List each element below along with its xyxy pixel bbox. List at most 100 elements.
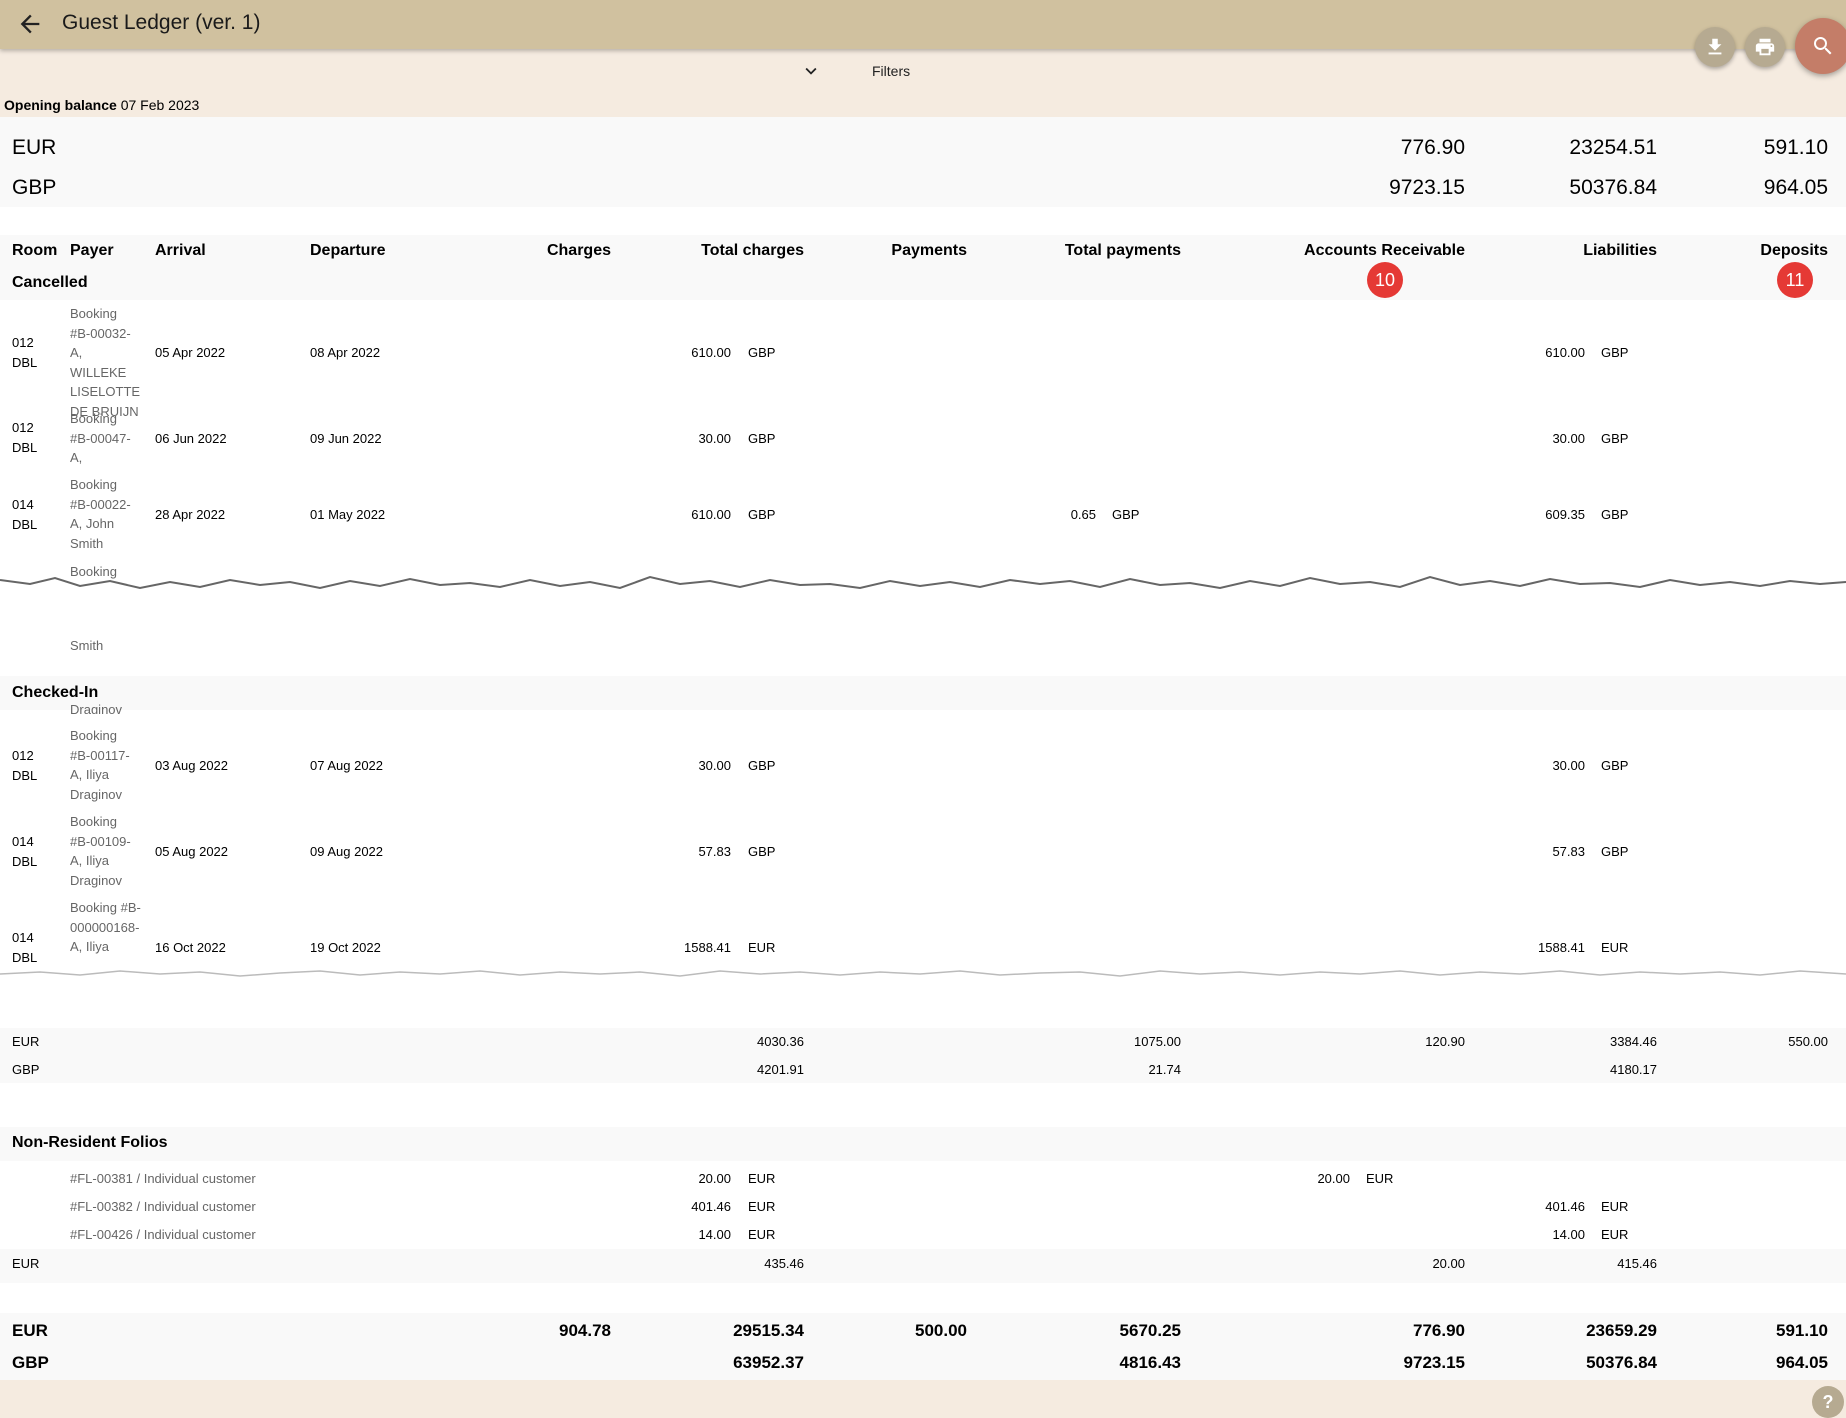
summary-deposits: 591.10 (1763, 136, 1828, 159)
summary-currency: EUR (12, 136, 57, 159)
print-button[interactable] (1745, 27, 1785, 67)
total-charges-cell: 57.83 (698, 844, 731, 859)
liabilities-cell: 14.00 (1552, 1227, 1585, 1242)
totals-ar: 20.00 (1432, 1256, 1465, 1271)
accounts-receivable-badge[interactable]: 10 (1367, 262, 1403, 298)
ar-currency: EUR (1366, 1171, 1394, 1186)
payer-link-partial[interactable]: Smith (70, 636, 103, 656)
help-button[interactable]: ? (1812, 1386, 1844, 1418)
total-charges-currency: GBP (748, 431, 776, 446)
departure-cell: 01 May 2022 (310, 507, 386, 522)
liabilities-currency: EUR (1601, 1227, 1629, 1242)
summary-currency: GBP (12, 176, 57, 199)
folio-link[interactable]: #FL-00426 / Individual customer (70, 1225, 256, 1245)
section-non-resident-folios: Non-Resident Folios (12, 1134, 168, 1151)
chevron-down-icon (805, 67, 817, 75)
liabilities-currency: GBP (1601, 507, 1629, 522)
arrival-cell: 03 Aug 2022 (155, 758, 229, 773)
page-title: Guest Ledger (ver. 1) (62, 11, 261, 34)
liabilities-currency: GBP (1601, 431, 1629, 446)
deposits-badge[interactable]: 11 (1777, 262, 1813, 298)
payer-link[interactable]: Booking #B-00022-A, John Smith (70, 475, 140, 553)
summary-liabilities: 50376.84 (1569, 176, 1657, 199)
room-cell: 014 DBL (12, 834, 38, 869)
grand-total-total-charges: 29515.34 (733, 1321, 804, 1340)
spacer (0, 1083, 1846, 1127)
totals-total-payments: 21.74 (1148, 1062, 1181, 1077)
liabilities-cell: 609.35 (1545, 507, 1585, 522)
total-charges-cell: 1588.41 (684, 940, 731, 955)
section-header-band (0, 1127, 1846, 1161)
totals-total-charges: 435.46 (764, 1256, 804, 1271)
arrival-cell: 16 Oct 2022 (155, 940, 226, 955)
section-header-band (0, 676, 1846, 710)
opening-balance-label: Opening balance (4, 97, 117, 113)
totals-liabilities: 415.46 (1617, 1256, 1657, 1271)
header-room: Room (12, 242, 58, 259)
totals-liabilities: 4180.17 (1610, 1062, 1657, 1077)
payer-link[interactable]: Booking #B-00109-A, Iliya Draginov (70, 812, 140, 890)
total-charges-cell: 30.00 (698, 758, 731, 773)
payer-link[interactable]: Booking #B-00047-A, (70, 409, 140, 468)
header-accounts-receivable: Accounts Receivable (1304, 242, 1465, 259)
folio-link[interactable]: #FL-00381 / Individual customer (70, 1169, 256, 1189)
liabilities-cell: 1588.41 (1538, 940, 1585, 955)
total-charges-currency: GBP (748, 758, 776, 773)
grand-total-deposits: 964.05 (1776, 1353, 1828, 1372)
help-icon: ? (1822, 1391, 1834, 1412)
download-button[interactable] (1695, 27, 1735, 67)
totals-liabilities: 3384.46 (1610, 1034, 1657, 1049)
grand-total-ar: 776.90 (1413, 1321, 1465, 1340)
departure-cell: 07 Aug 2022 (310, 758, 384, 773)
folio-link[interactable]: #FL-00382 / Individual customer (70, 1197, 256, 1217)
search-button[interactable] (1795, 18, 1846, 74)
total-charges-cell: 20.00 (698, 1171, 731, 1186)
total-charges-currency: EUR (748, 940, 776, 955)
payer-link[interactable]: Booking #B-00117-A, Iliya Draginov (70, 726, 140, 804)
torn-edge-divider (0, 575, 1846, 608)
room-cell: 012 DBL (12, 335, 38, 370)
opening-balance: Opening balance 07 Feb 2023 (4, 97, 199, 113)
header-departure: Departure (310, 242, 386, 259)
top-app-bar: Guest Ledger (ver. 1) (0, 0, 1846, 49)
search-icon (1814, 37, 1832, 55)
totals-deposits: 550.00 (1788, 1034, 1828, 1049)
spacer (0, 207, 1846, 235)
departure-cell: 09 Jun 2022 (310, 431, 382, 446)
total-charges-cell: 401.46 (691, 1199, 731, 1214)
payer-link[interactable]: Booking #B-00032-A, WILLEKE LISELOTTE DE… (70, 304, 140, 421)
total-charges-cell: 14.00 (698, 1227, 731, 1242)
summary-ar: 776.90 (1400, 136, 1465, 159)
header-total-payments: Total payments (1064, 242, 1181, 259)
liabilities-cell: 401.46 (1545, 1199, 1585, 1214)
arrival-cell: 05 Aug 2022 (155, 844, 229, 859)
total-payments-cell: 0.65 (1070, 507, 1096, 522)
header-deposits: Deposits (1760, 242, 1828, 259)
spacer (0, 1283, 1846, 1313)
liabilities-cell: 610.00 (1545, 345, 1585, 360)
grand-total-currency: EUR (12, 1321, 48, 1340)
liabilities-currency: GBP (1601, 758, 1629, 773)
summary-ar: 9723.15 (1389, 176, 1465, 199)
liabilities-currency: GBP (1601, 345, 1629, 360)
filters-toggle[interactable]: Filters (800, 60, 910, 82)
payer-link-partial[interactable]: Draginov (70, 700, 122, 714)
arrow-left-icon (20, 14, 40, 34)
total-charges-currency: GBP (748, 507, 776, 522)
liabilities-cell: 30.00 (1552, 431, 1585, 446)
departure-cell: 08 Apr 2022 (310, 345, 381, 360)
total-charges-currency: GBP (748, 345, 776, 360)
total-charges-currency: GBP (748, 844, 776, 859)
total-payments-currency: GBP (1112, 507, 1140, 522)
totals-currency: EUR (12, 1034, 40, 1049)
summary-deposits: 964.05 (1763, 176, 1828, 199)
grand-total-charges: 904.78 (559, 1321, 611, 1340)
arrival-cell: 05 Apr 2022 (155, 345, 226, 360)
header-total-charges: Total charges (701, 242, 804, 259)
opening-balance-date: 07 Feb 2023 (120, 97, 200, 113)
header-arrival: Arrival (155, 242, 206, 259)
total-charges-currency: EUR (748, 1171, 776, 1186)
back-button[interactable] (16, 10, 44, 38)
liabilities-cell: 57.83 (1552, 844, 1585, 859)
header-liabilities: Liabilities (1583, 242, 1657, 259)
